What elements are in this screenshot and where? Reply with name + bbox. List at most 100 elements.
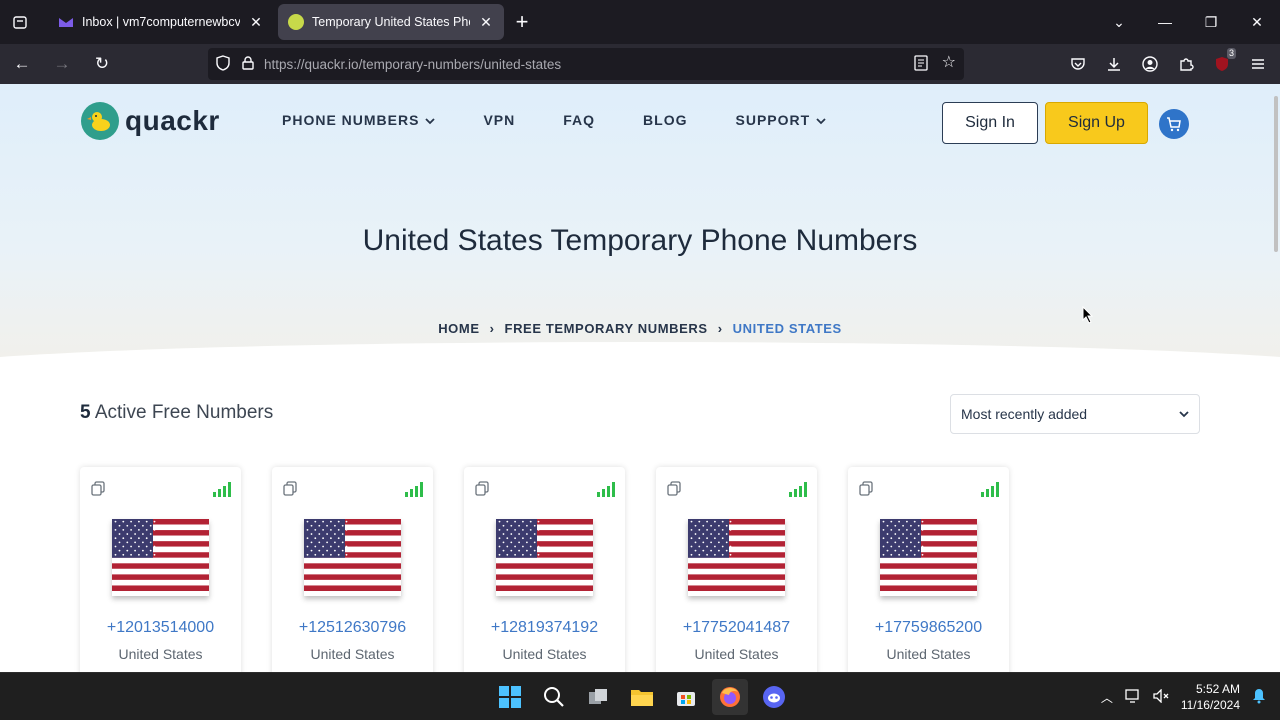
nav-support[interactable]: SUPPORT [736,112,827,128]
bookmark-star-icon[interactable]: ☆ [942,54,956,74]
nav-phone-numbers[interactable]: PHONE NUMBERS [282,112,436,128]
browser-tab-inbox[interactable]: Inbox | vm7computernewbcvm ✕ [48,4,274,40]
chevron-right-icon: › [489,321,495,336]
us-flag-icon [304,519,401,596]
nav-label: SUPPORT [735,112,811,128]
discord-icon[interactable] [756,679,792,715]
file-explorer-icon[interactable] [624,679,660,715]
extensions-puzzle-icon[interactable] [1172,50,1200,78]
shield-icon[interactable] [216,54,230,74]
sign-in-button[interactable]: Sign In [942,102,1038,144]
breadcrumb-free-numbers[interactable]: FREE TEMPORARY NUMBERS [505,321,708,336]
quackr-logo[interactable]: quackr [81,102,220,140]
page-title: United States Temporary Phone Numbers [362,224,918,257]
volume-muted-icon[interactable] [1153,687,1169,706]
copy-icon[interactable] [282,481,298,502]
copy-icon[interactable] [474,481,490,502]
reader-view-icon[interactable] [914,54,928,74]
phone-number-link[interactable]: +12013514000 [80,619,241,637]
clock-date: 11/16/2024 [1180,698,1240,712]
taskbar-clock[interactable]: 5:52 AM 11/16/2024 [1181,681,1240,713]
url-bar[interactable]: https://quackr.io/temporary-numbers/unit… [208,48,964,80]
nav-label: VPN [483,112,516,128]
ublock-shield-icon[interactable]: 3 [1208,48,1236,78]
minimize-icon[interactable]: — [1142,14,1188,30]
us-flag-icon [880,519,977,596]
close-window-icon[interactable]: ✕ [1234,14,1280,31]
nav-label: BLOG [643,112,688,128]
proton-mail-icon [58,14,74,30]
phone-number-link[interactable]: +12512630796 [272,619,433,637]
cart-icon[interactable] [1159,109,1189,139]
url-domain: https://quackr.io [264,56,359,72]
windows-taskbar: ︿ 5:52 AM 11/16/2024 [0,672,1280,720]
breadcrumb-home[interactable]: HOME [438,321,479,336]
phone-number-link[interactable]: +17759865200 [848,619,1009,637]
lock-icon[interactable] [242,55,254,73]
number-card[interactable]: +17752041487 United States [656,467,817,672]
sign-up-button[interactable]: Sign Up [1045,102,1148,144]
number-card[interactable]: +12512630796 United States [272,467,433,672]
clock-time: 5:52 AM [1195,682,1240,696]
chevron-right-icon: › [717,321,723,336]
phone-number-link[interactable]: +17752041487 [656,619,817,637]
us-flag-icon [112,519,209,596]
toolbar-actions: 3 [1064,48,1272,80]
show-hidden-icons-chevron-icon[interactable]: ︿ [1101,689,1113,706]
reload-icon[interactable]: ↻ [84,48,120,80]
download-icon[interactable] [1100,50,1128,78]
chevron-down-icon [425,112,436,128]
notifications-bell-icon[interactable] [1252,688,1266,707]
tab-overview-icon[interactable] [0,0,40,44]
forward-icon[interactable]: → [44,48,80,80]
country-label: United States [502,646,587,662]
close-tab-icon[interactable]: ✕ [248,14,264,31]
country-label: United States [118,646,203,662]
number-card[interactable]: +12819374192 United States [464,467,625,672]
nav-blog[interactable]: BLOG [643,112,687,128]
copy-icon[interactable] [666,481,682,502]
signal-strength-icon [405,481,423,497]
pocket-icon[interactable] [1064,50,1092,78]
nav-faq[interactable]: FAQ [563,112,595,128]
number-card[interactable]: +17759865200 United States [848,467,1009,672]
browser-tab-quackr[interactable]: Temporary United States Phone ✕ [278,4,504,40]
tab-list-chevron-icon[interactable]: ⌄ [1096,14,1142,31]
microsoft-store-icon[interactable] [668,679,704,715]
chevron-down-icon [1179,407,1189,421]
start-windows-icon[interactable] [492,679,528,715]
account-icon[interactable] [1136,50,1164,78]
copy-icon[interactable] [90,481,106,502]
back-icon[interactable]: ← [4,48,40,80]
task-view-icon[interactable] [580,679,616,715]
close-tab-icon[interactable]: ✕ [478,14,494,31]
extension-badge: 3 [1226,48,1236,59]
window-controls: ⌄ — ❐ ✕ [1096,0,1280,44]
browser-toolbar: ← → ↻ https://quackr.io/temporary-number… [0,44,1280,84]
nav-vpn[interactable]: VPN [483,112,515,128]
duck-logo-icon [81,102,119,140]
search-icon[interactable] [536,679,572,715]
network-icon[interactable] [1125,688,1141,706]
taskbar-apps [492,679,792,715]
new-tab-icon[interactable]: + [504,4,540,40]
app-menu-icon[interactable] [1244,50,1272,78]
nav-label: PHONE NUMBERS [282,112,420,128]
restore-icon[interactable]: ❐ [1188,14,1234,31]
signal-strength-icon [213,481,231,497]
sort-selected-value: Most recently added [961,406,1088,422]
number-card[interactable]: +12013514000 United States [80,467,241,672]
breadcrumb-current: UNITED STATES [732,321,842,336]
country-label: United States [310,646,395,662]
main-navigation: PHONE NUMBERS VPN FAQ BLOG SUPPORT [282,112,826,128]
phone-number-link[interactable]: +12819374192 [464,619,625,637]
copy-icon[interactable] [858,481,874,502]
tab-title: Inbox | vm7computernewbcvm [82,15,240,29]
firefox-icon[interactable] [712,679,748,715]
country-label: United States [886,646,971,662]
chevron-down-icon [816,112,826,128]
sort-select[interactable]: Most recently added [950,394,1200,434]
quackr-favicon-icon [288,14,304,30]
us-flag-icon [688,519,785,596]
active-count-number: 5 [80,402,91,423]
